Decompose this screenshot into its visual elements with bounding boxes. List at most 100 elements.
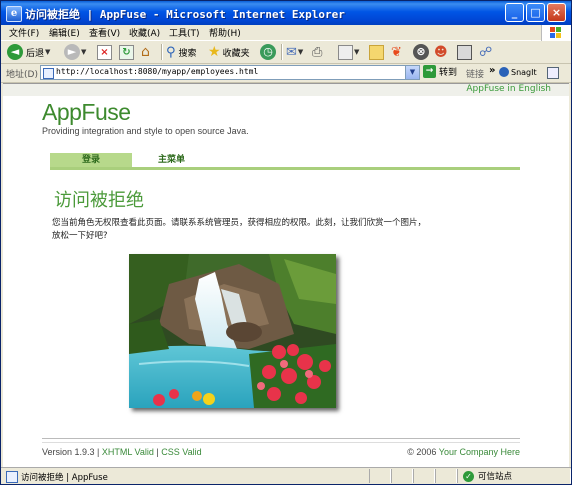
status-page-icon <box>6 471 18 483</box>
xhtml-valid-link[interactable]: XHTML Valid <box>102 447 154 457</box>
msn-button[interactable]: ❦ <box>391 43 402 61</box>
mail-icon: ✉ <box>286 44 297 60</box>
footer-sep: | <box>94 447 102 457</box>
menu-bar: 文件(F) 编辑(E) 查看(V) 收藏(A) 工具(T) 帮助(H) <box>1 25 571 41</box>
security-zone[interactable]: ✓ 可信站点 <box>463 470 512 482</box>
block-button[interactable]: ⊗ <box>413 43 429 61</box>
windows-flag-icon <box>550 27 562 39</box>
snagit-icon <box>499 67 509 77</box>
forward-dropdown-icon: ▼ <box>81 48 87 56</box>
snagit-button[interactable]: SnagIt <box>499 67 537 77</box>
back-label: 后退 <box>26 48 45 59</box>
url-text: http://localhost:8080/myapp/employees.ht… <box>56 67 259 76</box>
research-icon <box>457 44 472 60</box>
search-icon: ⚲ <box>166 44 176 60</box>
tab-main-menu[interactable]: 主菜单 <box>158 153 185 167</box>
printer-icon: ⎙ <box>312 44 323 60</box>
print-button[interactable]: ⎙ <box>312 43 322 61</box>
address-dropdown-icon[interactable]: ▼ <box>405 66 419 79</box>
favorites-label: 收藏夹 <box>222 48 250 59</box>
footer-divider <box>42 438 520 443</box>
search-label: 搜索 <box>178 48 197 59</box>
snagit-label: SnagIt <box>511 67 537 77</box>
mail-button[interactable]: ✉ ▼ <box>286 43 303 61</box>
title-bar[interactable]: e 访问被拒绝 | AppFuse - Microsoft Internet E… <box>1 1 571 25</box>
minimize-button[interactable]: _ <box>505 3 524 22</box>
menu-view[interactable]: 查看(V) <box>89 26 120 39</box>
waterfall-image <box>129 254 336 408</box>
footer-right: © 2006 Your Company Here <box>407 447 520 457</box>
maximize-button[interactable]: □ <box>526 3 545 22</box>
page-title: 访问被拒绝 <box>54 190 144 211</box>
company-link[interactable]: Your Company Here <box>439 447 520 457</box>
messenger-icon: ☻ <box>434 44 448 60</box>
menu-favorites[interactable]: 收藏(A) <box>129 26 160 39</box>
stop-button[interactable]: × <box>97 43 112 61</box>
message-line-1: 您当前角色无权限查看此页面。请联系系统管理员，获得相应的权限。此刻，让我们欣赏一… <box>52 218 427 228</box>
nav-underline <box>50 167 520 170</box>
block-icon: ⊗ <box>413 44 429 60</box>
tagline: Providing integration and style to open … <box>42 126 249 136</box>
edit-dropdown-icon: ▼ <box>354 48 360 56</box>
folder-icon <box>369 44 384 60</box>
stop-icon: × <box>97 44 112 60</box>
go-arrow-icon: → <box>423 65 436 78</box>
address-bar: 地址(D) http://localhost:8080/myapp/employ… <box>1 64 571 83</box>
search-button[interactable]: ⚲ 搜索 <box>166 43 197 61</box>
address-input[interactable]: http://localhost:8080/myapp/employees.ht… <box>40 65 420 80</box>
back-button[interactable]: ◄ 后退 ▼ <box>7 43 50 61</box>
main-nav: 登录 主菜单 <box>50 152 520 170</box>
status-bar: 访问被拒绝 | AppFuse ✓ 可信站点 <box>1 467 571 484</box>
mail-dropdown-icon: ▼ <box>297 48 304 56</box>
snagit-capture-icon[interactable] <box>547 67 559 79</box>
standard-toolbar: ◄ 后退 ▼ ► ▼ × ↻ ⌂ ⚲ 搜索 ★ 收藏夹 ◷ ✉ ▼ ⎙ ▼ ❦ … <box>1 41 571 64</box>
menu-file[interactable]: 文件(F) <box>9 26 39 39</box>
home-button[interactable]: ⌂ <box>141 43 150 61</box>
menu-tools[interactable]: 工具(T) <box>169 26 200 39</box>
footer-left: Version 1.9.3 | XHTML Valid | CSS Valid <box>42 447 202 457</box>
status-text: 访问被拒绝 | AppFuse <box>21 473 108 483</box>
forward-arrow-icon: ► <box>64 44 80 60</box>
home-icon: ⌂ <box>141 44 150 60</box>
address-label: 地址(D) <box>6 70 38 80</box>
zone-label: 可信站点 <box>478 472 513 482</box>
menu-edit[interactable]: 编辑(E) <box>49 26 80 39</box>
check-icon: ✓ <box>463 470 474 482</box>
discuss-icon: ☍ <box>479 44 493 60</box>
appfuse-logo[interactable]: AppFuse <box>42 99 131 126</box>
window-title: 访问被拒绝 | AppFuse - Microsoft Internet Exp… <box>25 8 345 21</box>
refresh-icon: ↻ <box>119 44 134 60</box>
edit-button[interactable]: ▼ <box>338 43 359 61</box>
page-content: AppFuse in English AppFuse Providing int… <box>3 83 569 467</box>
page-icon <box>43 68 54 79</box>
refresh-button[interactable]: ↻ <box>119 43 134 61</box>
folder-button[interactable] <box>369 43 384 61</box>
menu-help[interactable]: 帮助(H) <box>209 26 241 39</box>
discuss-button[interactable]: ☍ <box>479 43 492 61</box>
favorites-button[interactable]: ★ 收藏夹 <box>208 43 250 61</box>
message-line-2: 放松一下好吧? <box>52 231 108 241</box>
back-dropdown-icon: ▼ <box>45 48 51 56</box>
links-button[interactable]: 链接 <box>466 67 484 80</box>
copyright-text: © 2006 <box>407 447 439 457</box>
back-arrow-icon: ◄ <box>7 44 23 60</box>
windows-logo <box>541 25 571 41</box>
history-icon: ◷ <box>260 44 276 60</box>
research-button[interactable] <box>457 43 472 61</box>
messenger-button[interactable]: ☻ <box>434 43 448 61</box>
go-button[interactable]: → 转到 <box>423 65 457 78</box>
edit-page-icon <box>338 44 353 60</box>
denied-message: 您当前角色无权限查看此页面。请联系系统管理员，获得相应的权限。此刻，让我们欣赏一… <box>52 217 432 243</box>
version-text: Version 1.9.3 <box>42 447 95 457</box>
close-button[interactable]: × <box>547 3 566 22</box>
language-link[interactable]: AppFuse in English <box>466 84 551 94</box>
history-button[interactable]: ◷ <box>260 43 276 61</box>
butterfly-icon: ❦ <box>391 44 402 60</box>
css-valid-link[interactable]: CSS Valid <box>161 447 201 457</box>
ie-page-icon: e <box>6 6 22 22</box>
tab-login[interactable]: 登录 <box>50 153 132 167</box>
browser-window: e 访问被拒绝 | AppFuse - Microsoft Internet E… <box>0 0 572 485</box>
forward-button[interactable]: ► ▼ <box>64 43 86 61</box>
go-label: 转到 <box>439 68 458 78</box>
chevron-right-icon[interactable]: » <box>489 65 495 76</box>
